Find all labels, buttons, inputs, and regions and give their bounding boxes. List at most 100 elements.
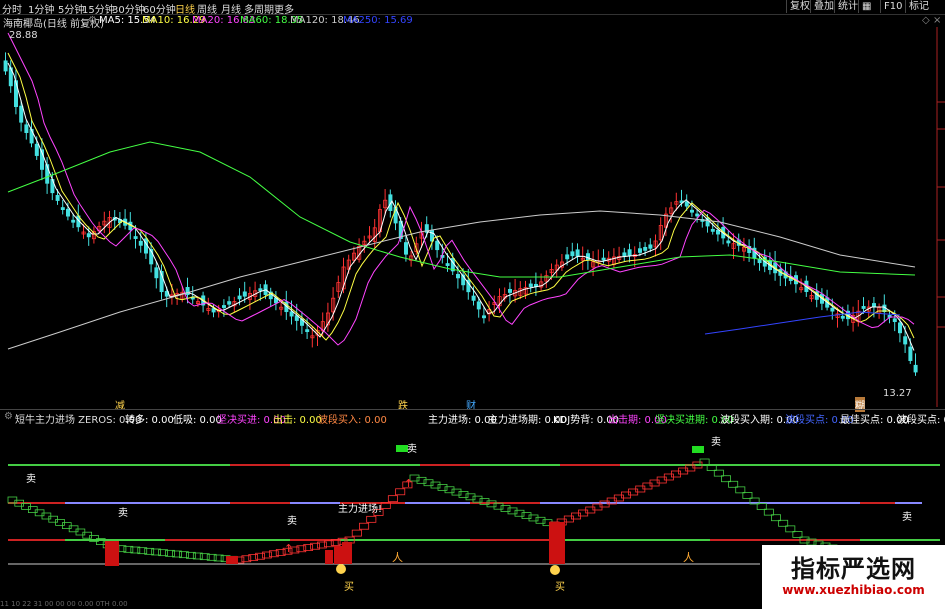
candle-body [903,336,908,345]
sell-mark-5: 卖 [711,437,721,448]
candle-body [627,249,632,256]
indicator-step [771,514,781,522]
indicator-step [359,522,370,530]
candle-body [575,249,580,257]
indicator-step [756,503,767,510]
tab-30min[interactable]: 30分钟 [112,1,145,16]
expand-icon[interactable]: ◇ [922,15,930,26]
tab-fenshi[interactable]: 分时 [2,1,22,16]
indicator-step [493,502,504,510]
tab-more[interactable]: 更多 [274,1,294,16]
mark-button[interactable]: 标记 [905,0,932,13]
signal-bar [342,542,352,564]
signal-bar [325,550,333,564]
indicator-step [535,516,546,524]
tab-5min[interactable]: 5分钟 [58,1,84,16]
candle-body [258,288,263,292]
period-toolbar: 分时 1分钟 5分钟 15分钟 30分钟 60分钟 日线 周线 月线 多周期 更… [0,0,945,16]
settings-gear-icon[interactable]: ⚙ [88,15,97,26]
candle-body [872,303,877,308]
candle-body [710,228,715,232]
sell-mark-2: 卖 [118,508,128,519]
candle-body [830,307,835,312]
candle-body [227,301,232,305]
candle-body [622,252,627,257]
indicator-step [528,514,539,522]
candle-body [601,257,606,261]
high-price-label: 28.88 [9,30,38,41]
runner-icon: 人 [683,551,694,564]
candle-body [586,253,591,261]
candle-body [154,267,159,279]
candle-body [242,291,247,297]
candle-body [71,219,76,223]
tab-weekly[interactable]: 周线 [197,1,217,16]
candle-body [403,242,408,255]
sell-mark-1: 卖 [26,474,36,485]
candle-body [221,305,226,308]
indicator-step [792,531,803,538]
indicator-step [713,469,724,477]
grid-icon[interactable]: ▦ [858,0,874,13]
smiley-icon [550,565,560,575]
low-price-label: 13.27 [883,388,912,399]
watermark-url: www.xuezhibiao.com [782,583,925,597]
candle-body [648,244,653,249]
candle-body [237,295,242,300]
ma250-value: MA250: 15.69 [343,15,413,26]
sell-mark-4: 卖 [407,444,417,455]
indicator-step [444,486,455,494]
ma5-line [7,62,915,351]
candle-body [690,209,695,213]
tab-60min[interactable]: 60分钟 [143,1,176,16]
candle-body [840,315,845,319]
indicator-step [742,492,753,499]
tab-monthly[interactable]: 月线 [221,1,241,16]
up-arrow-icon: ↑ [284,542,293,555]
indicator-gear-icon[interactable]: ⚙ [4,411,13,422]
tab-daily[interactable]: 日线 [175,1,195,16]
indicator-step [430,481,441,489]
ma-legend: 海南椰岛(日线 前复权) ⚙ MA5: 15.54 MA10: 16.29 MA… [0,15,945,30]
sell-mark-3: 卖 [287,516,297,527]
indicator-step [521,512,532,519]
indicator-step [507,507,518,515]
candlestick-chart[interactable] [0,27,945,407]
candle-body [726,240,731,244]
green-marker [692,446,704,453]
candle-body [445,263,450,266]
indicator-step [423,479,434,487]
candle-body [471,295,476,301]
candle-body [476,301,481,310]
candle-body [507,289,512,293]
indicator-step [763,508,774,516]
indicator-step [458,491,469,498]
indicator-legend: ⚙ 短牛主力进场 ZEROS: 0.00 转多: 0.00 低吸: 0.00 坚… [0,409,945,426]
candle-body [133,236,138,239]
candle-body [211,308,216,313]
fuquan-button[interactable]: 复权 [786,0,813,13]
watermark-title: 指标严选网 [791,555,916,583]
overlay-button[interactable]: 叠加 [810,0,837,13]
buy-mark-2: 买 [555,582,565,593]
candle-body [861,306,866,309]
stats-button[interactable]: 统计 [834,0,861,13]
candle-body [908,346,913,361]
candle-body [481,315,486,319]
signal-bar [334,546,342,564]
up-arrow-icon: ↑ [404,477,413,490]
indicator-step [366,515,377,523]
tab-15min[interactable]: 15分钟 [82,1,115,16]
indicator-step [437,484,448,491]
candle-body [565,254,570,260]
candle-body [435,240,440,251]
candle-body [24,124,29,133]
candle-body [305,329,310,333]
tab-multi-period[interactable]: 多周期 [244,1,274,16]
candle-body [34,143,39,156]
candle-body [695,213,700,217]
f10-button[interactable]: F10 [880,0,905,13]
close-icon[interactable]: × [933,15,941,26]
tab-1min[interactable]: 1分钟 [28,1,54,16]
candle-body [716,229,721,235]
